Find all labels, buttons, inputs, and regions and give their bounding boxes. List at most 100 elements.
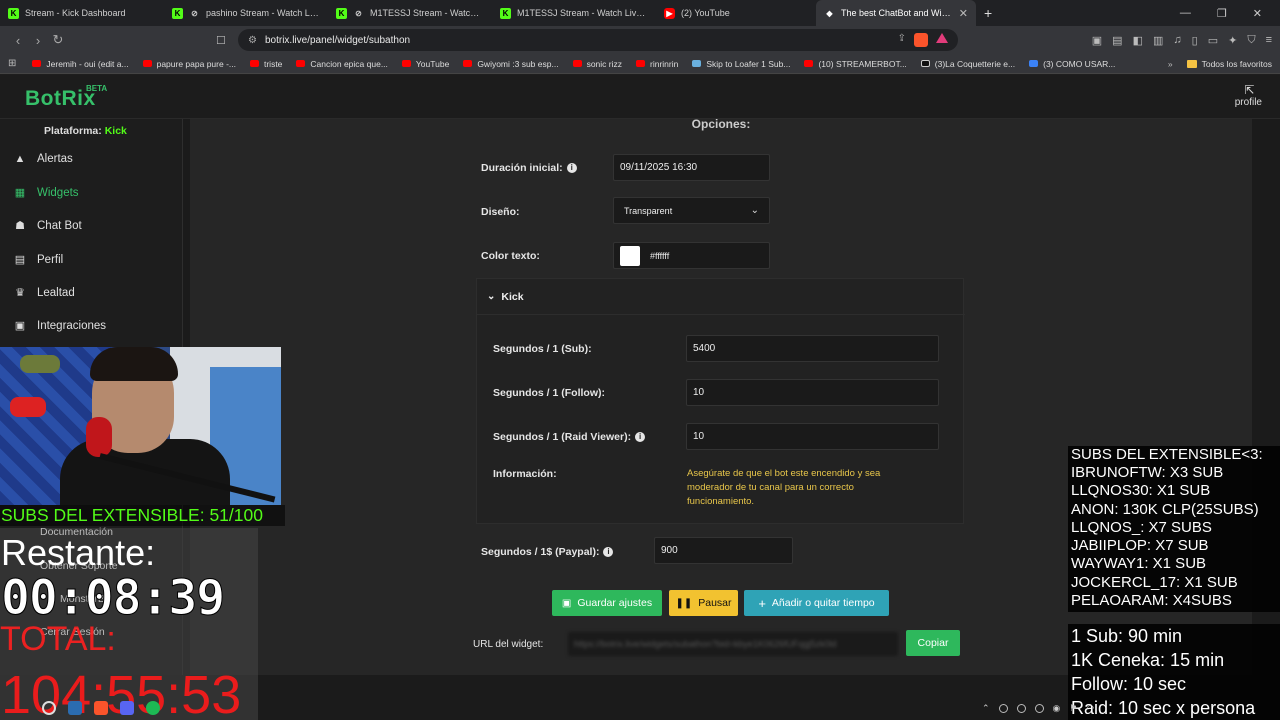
close-window-icon[interactable]: ✕ (1253, 7, 1262, 20)
microphone (86, 417, 112, 457)
sidebar-item-label: Perfil (37, 253, 64, 266)
explorer-icon[interactable] (68, 701, 82, 715)
extension-icon[interactable]: ▤ (1112, 34, 1122, 47)
bookmark-item[interactable]: rinrinrin (636, 59, 678, 69)
color-swatch[interactable] (620, 245, 640, 266)
extension-icon[interactable]: ◧ (1133, 34, 1143, 47)
bookmark-item[interactable]: sonic rizz (572, 59, 622, 69)
wallet-icon[interactable]: ▭ (1208, 34, 1218, 47)
bookmark-item[interactable]: Skip to Loafer 1 Sub... (692, 59, 790, 69)
raid-seconds-label: Segundos / 1 (Raid Viewer): i (493, 431, 646, 443)
sidebar-item-integraciones[interactable]: ▣ Integraciones (12, 319, 106, 333)
list-item: JOCKERCL_17: X1 SUB (1071, 574, 1238, 591)
sidebar-item-lealtad[interactable]: ♛ Lealtad (12, 286, 75, 300)
text-color-input[interactable]: #ffffff (613, 242, 770, 269)
menu-icon[interactable]: ≡ (1266, 34, 1272, 47)
bookmark-item[interactable]: triste (249, 59, 282, 69)
bookmark-item[interactable]: Cancion epica que... (296, 59, 388, 69)
close-tab-icon[interactable]: ✕ (955, 7, 968, 20)
input-value: 900 (661, 545, 678, 556)
beta-badge: BETA (86, 84, 108, 93)
youtube-icon (142, 60, 152, 67)
bookmark-item[interactable]: (3) COMO USAR... (1029, 59, 1115, 69)
section-title: Opciones: (691, 117, 751, 131)
brave-shields-icon[interactable] (914, 33, 928, 47)
sidebar-item-perfil[interactable]: ▤ Perfil (12, 253, 64, 267)
sidebar-item-chatbot[interactable]: ☗ Chat Bot (12, 219, 82, 233)
discord-icon[interactable] (120, 701, 134, 715)
bookmark-item[interactable]: YouTube (401, 59, 449, 69)
brave-rewards-icon[interactable] (936, 33, 948, 43)
apps-grid-icon[interactable]: ⊞ (8, 58, 16, 69)
url-field[interactable]: ☐ ⚙ botrix.live/panel/widget/subathon ⇪ (216, 29, 958, 51)
bookmark-item[interactable]: Gwiyomi :3 sub esp... (463, 59, 559, 69)
sub-seconds-input[interactable]: 5400 (686, 335, 939, 362)
sidebar-toggle-icon[interactable]: ▯ (1192, 34, 1198, 47)
button-label: Copiar (917, 637, 949, 649)
label-text: Duración inicial: (481, 162, 563, 174)
bookmark-item[interactable]: (3)La Coquetterie e... (920, 59, 1015, 69)
sidebar-item-alertas[interactable]: ▲ Alertas (12, 153, 73, 165)
brave-icon[interactable] (94, 701, 108, 715)
browser-tab-active[interactable]: ◆ The best ChatBot and Widgets fo ✕ (816, 0, 976, 26)
browser-tab[interactable]: K ⊘ pashino Stream - Watch Live on K (164, 0, 328, 26)
pause-button[interactable]: ❚❚ Pausar (669, 590, 738, 616)
more-bookmarks-icon[interactable]: » (1168, 59, 1173, 69)
back-icon[interactable]: ‹ (8, 33, 28, 48)
vpn-icon[interactable]: ⛉ (1247, 34, 1255, 47)
copy-button[interactable]: Copiar (906, 630, 960, 656)
site-settings-icon[interactable]: ⚙ (248, 35, 257, 46)
new-tab-icon[interactable]: + (984, 5, 992, 21)
car-print (10, 397, 46, 417)
follow-seconds-label: Segundos / 1 (Follow): (493, 387, 605, 399)
tray-icon[interactable]: ⚑ (1069, 703, 1077, 714)
profile-button[interactable]: ⇱ profile (1235, 83, 1262, 108)
bookmark-item[interactable]: (10) STREAMERBOT... (804, 59, 907, 69)
bookmark-item[interactable]: papure papa pure -... (142, 59, 236, 69)
follow-seconds-input[interactable]: 10 (686, 379, 939, 406)
browser-tab[interactable]: K Stream - Kick Dashboard (0, 0, 164, 26)
paypal-seconds-input[interactable]: 900 (654, 537, 793, 564)
steam-icon[interactable]: ◉ (1053, 703, 1061, 714)
tray-icon[interactable] (1034, 703, 1044, 713)
all-bookmarks-folder[interactable]: Todos los favoritos (1186, 58, 1272, 69)
bookmark-icon[interactable]: ☐ (216, 34, 226, 47)
info-icon[interactable]: i (566, 163, 577, 173)
folder-label: Todos los favoritos (1201, 58, 1272, 69)
music-icon[interactable]: ♫ (1173, 34, 1181, 47)
reload-icon[interactable]: ↻ (48, 32, 68, 48)
add-remove-time-button[interactable]: + Añadir o quitar tiempo (744, 590, 889, 616)
youtube-icon (32, 60, 42, 67)
browser-tab[interactable]: K ⊘ M1TESSJ Stream - Watch Live on (328, 0, 492, 26)
forward-icon[interactable]: › (28, 33, 48, 48)
minimize-icon[interactable]: — (1180, 7, 1191, 20)
initial-duration-input[interactable]: 09/11/2025 16:30 (613, 154, 770, 181)
muted-icon[interactable]: ⊘ (189, 8, 200, 19)
extension-icon[interactable]: ▥ (1153, 34, 1163, 47)
bookmark-item[interactable]: Jeremih - oui (edit a... (32, 59, 129, 69)
sidebar-item-widgets[interactable]: ▦ Widgets (12, 186, 79, 200)
share-icon[interactable]: ⇪ (898, 33, 906, 47)
browser-tab[interactable]: ▶ (2) YouTube (656, 0, 816, 26)
tray-icon[interactable] (1016, 703, 1026, 713)
extension-icon[interactable]: ▣ (1092, 34, 1102, 47)
tray-expand-icon[interactable]: ⌃ (982, 703, 990, 714)
raid-seconds-input[interactable]: 10 (686, 423, 939, 450)
info-icon[interactable]: i (603, 547, 614, 557)
kick-section-header[interactable]: ⌄ Kick (477, 279, 965, 315)
remaining-countdown: 00:08:39 (0, 570, 225, 627)
search-icon[interactable] (42, 701, 56, 715)
tray-icon[interactable] (998, 703, 1008, 713)
browser-tab[interactable]: K M1TESSJ Stream - Watch Live on Kick (492, 0, 656, 26)
muted-icon[interactable]: ⊘ (353, 8, 364, 19)
info-icon[interactable]: i (635, 432, 646, 442)
spotify-icon[interactable] (146, 701, 160, 715)
chevron-down-icon: ⌄ (487, 291, 496, 302)
save-settings-button[interactable]: ▣ Guardar ajustes (552, 590, 662, 616)
kick-icon: K (172, 7, 183, 19)
maximize-icon[interactable]: ❐ (1217, 7, 1227, 20)
leo-icon[interactable]: ✦ (1228, 34, 1237, 47)
wifi-icon[interactable]: ◠ (1086, 703, 1094, 714)
design-select[interactable]: Transparent ⌄ (613, 197, 770, 224)
widget-url-field[interactable]: https://botrix.live/widgets/subathon?bid… (568, 632, 898, 656)
